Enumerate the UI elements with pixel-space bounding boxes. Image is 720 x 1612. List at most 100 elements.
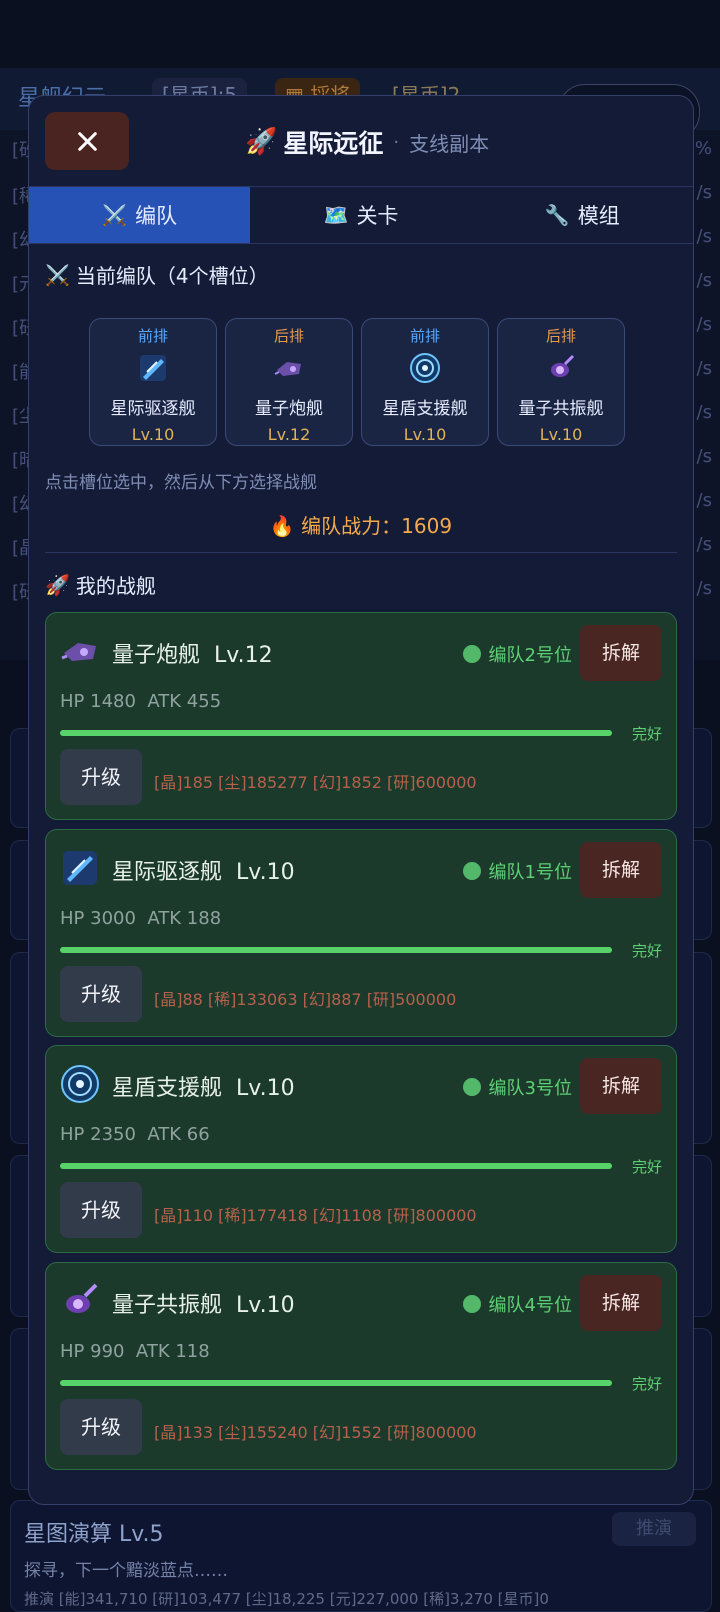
close-button[interactable] xyxy=(45,112,129,170)
formation-slot-1[interactable]: 前排 星际驱逐舰 Lv.10 xyxy=(89,318,217,446)
destroyer-ship-icon xyxy=(63,851,97,885)
background-row-value: % xyxy=(694,138,712,159)
slot-position: 前排 xyxy=(137,327,168,345)
health-bar xyxy=(60,1380,612,1386)
health-bar xyxy=(60,730,612,736)
background-section-title: 星图演算 Lv.5 xyxy=(24,1522,164,1547)
ship-name: 量子共振舰 Lv.10 xyxy=(112,1287,295,1319)
background-section-desc: 探寻，下一个黯淡蓝点…… xyxy=(24,1561,228,1581)
ship-atk: ATK 188 xyxy=(147,908,222,929)
tab-modules[interactable]: 🔧 模组 xyxy=(472,187,693,243)
upgrade-button[interactable]: 升级 xyxy=(60,966,142,1022)
ship-card[interactable]: 量子炮舰 Lv.12 编队2号位 拆解 HP 1480 ATK 455 完好 升… xyxy=(45,612,677,820)
ship-stats: HP 3000 ATK 188 xyxy=(60,908,221,929)
background-row-value: /s xyxy=(696,314,712,335)
dismantle-button[interactable]: 拆解 xyxy=(580,1275,662,1331)
modal-title-group: 🚀 星际远征 · 支线副本 xyxy=(245,122,489,162)
slot-ship-level: Lv.10 xyxy=(539,425,583,444)
status-dot-icon xyxy=(462,645,481,663)
health-bar xyxy=(60,947,612,953)
ship-name: 星际驱逐舰 Lv.10 xyxy=(112,854,295,886)
upgrade-cost: [晶]185 [尘]185277 [幻]1852 [研]600000 xyxy=(154,773,477,792)
ship-atk: ATK 118 xyxy=(135,1341,210,1362)
title-separator: · xyxy=(393,131,400,153)
health-label: 完好 xyxy=(631,1158,662,1176)
ship-card[interactable]: 星盾支援舰 Lv.10 编队3号位 拆解 HP 2350 ATK 66 完好 升… xyxy=(45,1045,677,1253)
health-label: 完好 xyxy=(631,1375,662,1393)
resonance-ship-icon xyxy=(66,1283,98,1313)
formation-title: 当前编队（4个槽位） xyxy=(75,264,269,288)
ship-level: Lv.10 xyxy=(236,1076,295,1101)
tab-label: 模组 xyxy=(577,204,620,228)
ship-name: 量子炮舰 Lv.12 xyxy=(112,637,273,669)
formation-slots: 前排 星际驱逐舰 Lv.10 后排 量子炮舰 Lv.12 前排 星盾支援舰 Lv… xyxy=(89,318,629,446)
background-row-value: /s xyxy=(696,490,712,511)
upgrade-button[interactable]: 升级 xyxy=(60,1399,142,1455)
formation-section-title: ⚔️ 当前编队（4个槽位） xyxy=(45,260,269,289)
background-row-value: /s xyxy=(696,270,712,291)
slot-ship-level: Lv.10 xyxy=(131,425,175,444)
background-deduce-button[interactable]: 推演 xyxy=(612,1512,696,1546)
formation-slot-4[interactable]: 后排 量子共振舰 Lv.10 xyxy=(497,318,625,446)
background-row-value: /s xyxy=(696,446,712,467)
slot-ship-name: 量子炮舰 xyxy=(255,399,323,419)
upgrade-button[interactable]: 升级 xyxy=(60,1182,142,1238)
ship-name: 星盾支援舰 Lv.10 xyxy=(112,1070,295,1102)
background-row-value: /s xyxy=(696,578,712,599)
power-value: 1609 xyxy=(401,514,453,538)
status-text: 编队4号位 xyxy=(488,1295,572,1316)
crossed-swords-icon: ⚔️ xyxy=(45,262,70,287)
background-row-value: /s xyxy=(696,402,712,423)
rocket-icon: 🚀 xyxy=(245,127,278,157)
tab-bar: ⚔️ 编队 🗺️ 关卡 🔧 模组 xyxy=(29,187,693,244)
ship-atk: ATK 455 xyxy=(147,691,222,712)
ship-card[interactable]: 星际驱逐舰 Lv.10 编队1号位 拆解 HP 3000 ATK 188 完好 … xyxy=(45,829,677,1037)
slot-ship-name: 星盾支援舰 xyxy=(382,399,468,419)
formation-slot-3[interactable]: 前排 星盾支援舰 Lv.10 xyxy=(361,318,489,446)
status-dot-icon xyxy=(462,1295,481,1313)
ship-hp: HP 990 xyxy=(60,1341,125,1362)
background-cost-row: 推演 [能]341,710 [研]103,477 [尘]18,225 [元]22… xyxy=(24,1590,549,1608)
health-label: 完好 xyxy=(631,942,662,960)
cannon-ship-icon xyxy=(61,643,96,661)
ship-name-text: 量子炮舰 xyxy=(112,643,201,668)
ship-hp: HP 2350 xyxy=(60,1124,136,1145)
dismantle-button[interactable]: 拆解 xyxy=(580,625,662,681)
health-bar xyxy=(60,1163,612,1169)
background-row-value: /s xyxy=(696,358,712,379)
ship-card[interactable]: 量子共振舰 Lv.10 编队4号位 拆解 HP 990 ATK 118 完好 升… xyxy=(45,1262,677,1470)
upgrade-button[interactable]: 升级 xyxy=(60,749,142,805)
slot-position: 前排 xyxy=(409,327,440,345)
ship-slot-status: 编队4号位 xyxy=(462,1291,572,1317)
fire-icon: 🔥 xyxy=(269,514,295,538)
tab-formation[interactable]: ⚔️ 编队 xyxy=(29,187,251,243)
ship-level: Lv.10 xyxy=(236,860,295,885)
tab-label: 编队 xyxy=(135,204,178,228)
slot-position: 后排 xyxy=(273,327,304,345)
dismantle-button[interactable]: 拆解 xyxy=(580,842,662,898)
dismantle-button[interactable]: 拆解 xyxy=(580,1058,662,1114)
resonance-ship-icon xyxy=(551,354,575,377)
slot-ship-level: Lv.10 xyxy=(403,425,447,444)
ship-hp: HP 1480 xyxy=(60,691,136,712)
ship-atk: ATK 66 xyxy=(147,1124,210,1145)
ship-stats: HP 1480 ATK 455 xyxy=(60,691,221,712)
formation-slot-2[interactable]: 后排 量子炮舰 Lv.12 xyxy=(225,318,353,446)
tab-stages[interactable]: 🗺️ 关卡 xyxy=(250,187,471,243)
ship-level: Lv.10 xyxy=(236,1293,295,1318)
my-ships-section-title: 🚀 我的战舰 xyxy=(45,570,156,599)
ship-hp: HP 3000 xyxy=(60,908,136,929)
formation-power: 🔥 编队战力：1609 xyxy=(29,510,693,539)
crossed-swords-icon: ⚔️ xyxy=(102,203,128,227)
ship-name-text: 星盾支援舰 xyxy=(112,1076,223,1101)
modal-subtitle: 支线副本 xyxy=(409,131,490,156)
power-label: 编队战力： xyxy=(301,514,402,538)
status-text: 编队3号位 xyxy=(488,1078,572,1099)
section-divider xyxy=(45,552,677,553)
background-row-value: /s xyxy=(696,226,712,247)
slot-ship-name: 量子共振舰 xyxy=(518,399,604,419)
slot-position: 后排 xyxy=(545,327,576,345)
ship-name-text: 量子共振舰 xyxy=(112,1293,223,1318)
wrench-icon: 🔧 xyxy=(544,203,570,227)
upgrade-cost: [晶]133 [尘]155240 [幻]1552 [研]800000 xyxy=(154,1423,477,1442)
